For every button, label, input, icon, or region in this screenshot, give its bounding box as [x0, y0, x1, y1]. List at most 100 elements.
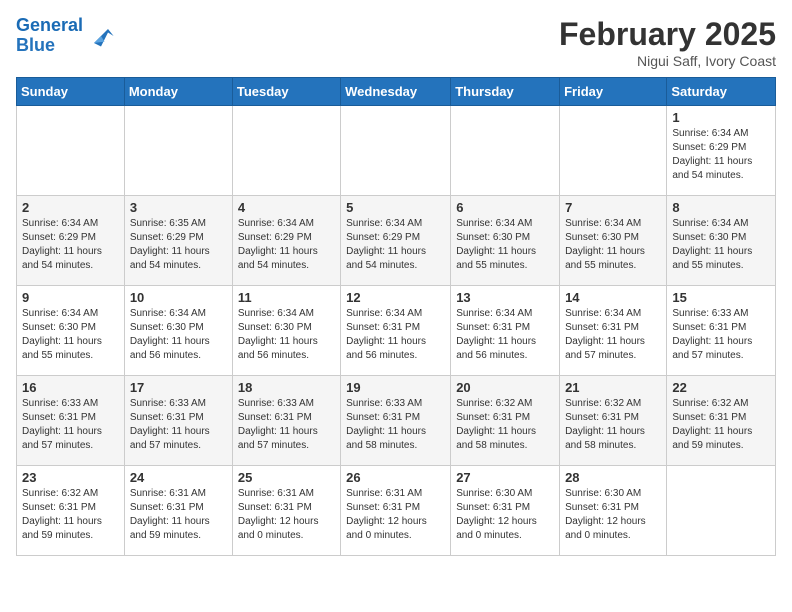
- calendar-cell: 4Sunrise: 6:34 AM Sunset: 6:29 PM Daylig…: [232, 196, 340, 286]
- day-number: 25: [238, 470, 335, 485]
- week-row-3: 9 Sunrise: 6:34 AM Sunset: 6:30 PM Daylig…: [17, 286, 776, 376]
- calendar-cell: 23Sunrise: 6:32 AM Sunset: 6:31 PM Dayli…: [17, 466, 125, 556]
- day-info: Sunrise: 6:35 AM Sunset: 6:29 PM Dayligh…: [130, 217, 227, 273]
- day-info: Sunrise: 6:34 AM Sunset: 6:31 PM Dayligh…: [456, 307, 554, 363]
- week-row-1: 1Sunrise: 6:34 AM Sunset: 6:29 PM Daylig…: [17, 106, 776, 196]
- weekday-header-friday: Friday: [560, 78, 667, 106]
- day-info: Sunrise: 6:34 AM Sunset: 6:29 PM Dayligh…: [346, 217, 445, 273]
- calendar-cell: 25 Sunrise: 6:31 AM Sunset: 6:31 PM Dayli…: [232, 466, 340, 556]
- logo-line2: Blue: [16, 35, 55, 55]
- day-info: Sunrise: 6:34 AM Sunset: 6:29 PM Dayligh…: [22, 217, 119, 273]
- day-info: Sunrise: 6:34 AM Sunset: 6:30 PM Dayligh…: [565, 217, 661, 273]
- day-info: Sunrise: 6:31 AM Sunset: 6:31 PM Dayligh…: [130, 487, 227, 543]
- calendar-cell: 22 Sunrise: 6:32 AM Sunset: 6:31 PM Dayli…: [667, 376, 776, 466]
- calendar-cell: 13 Sunrise: 6:34 AM Sunset: 6:31 PM Dayli…: [451, 286, 560, 376]
- calendar-cell: [17, 106, 125, 196]
- day-info: Sunrise: 6:34 AM Sunset: 6:30 PM Dayligh…: [22, 307, 119, 363]
- day-number: 27: [456, 470, 554, 485]
- calendar-cell: [560, 106, 667, 196]
- calendar-table: SundayMondayTuesdayWednesdayThursdayFrid…: [16, 77, 776, 556]
- day-info: Sunrise: 6:33 AM Sunset: 6:31 PM Dayligh…: [672, 307, 770, 363]
- day-info: Sunrise: 6:30 AM Sunset: 6:31 PM Dayligh…: [565, 487, 661, 543]
- calendar-cell: 5 Sunrise: 6:34 AM Sunset: 6:29 PM Daylig…: [341, 196, 451, 286]
- page-header: General Blue February 2025 Nigui Saff, I…: [16, 16, 776, 69]
- calendar-cell: 6 Sunrise: 6:34 AM Sunset: 6:30 PM Daylig…: [451, 196, 560, 286]
- day-number: 21: [565, 380, 661, 395]
- day-number: 12: [346, 290, 445, 305]
- logo: General Blue: [16, 16, 115, 56]
- calendar-cell: [667, 466, 776, 556]
- day-info: Sunrise: 6:30 AM Sunset: 6:31 PM Dayligh…: [456, 487, 554, 543]
- day-number: 9: [22, 290, 119, 305]
- day-number: 5: [346, 200, 445, 215]
- day-number: 16: [22, 380, 119, 395]
- calendar-cell: 24 Sunrise: 6:31 AM Sunset: 6:31 PM Dayli…: [124, 466, 232, 556]
- weekday-header-thursday: Thursday: [451, 78, 560, 106]
- day-number: 18: [238, 380, 335, 395]
- day-info: Sunrise: 6:34 AM Sunset: 6:30 PM Dayligh…: [456, 217, 554, 273]
- calendar-cell: 14 Sunrise: 6:34 AM Sunset: 6:31 PM Dayli…: [560, 286, 667, 376]
- calendar-cell: 19 Sunrise: 6:33 AM Sunset: 6:31 PM Dayli…: [341, 376, 451, 466]
- day-number: 6: [456, 200, 554, 215]
- calendar-cell: 20Sunrise: 6:32 AM Sunset: 6:31 PM Dayli…: [451, 376, 560, 466]
- day-info: Sunrise: 6:33 AM Sunset: 6:31 PM Dayligh…: [130, 397, 227, 453]
- day-info: Sunrise: 6:34 AM Sunset: 6:30 PM Dayligh…: [672, 217, 770, 273]
- calendar-cell: 10 Sunrise: 6:34 AM Sunset: 6:30 PM Dayli…: [124, 286, 232, 376]
- calendar-cell: 27 Sunrise: 6:30 AM Sunset: 6:31 PM Dayli…: [451, 466, 560, 556]
- weekday-header-tuesday: Tuesday: [232, 78, 340, 106]
- day-number: 7: [565, 200, 661, 215]
- title-block: February 2025 Nigui Saff, Ivory Coast: [559, 16, 776, 69]
- calendar-cell: 17 Sunrise: 6:33 AM Sunset: 6:31 PM Dayli…: [124, 376, 232, 466]
- calendar-cell: 28 Sunrise: 6:30 AM Sunset: 6:31 PM Dayli…: [560, 466, 667, 556]
- day-info: Sunrise: 6:31 AM Sunset: 6:31 PM Dayligh…: [346, 487, 445, 543]
- calendar-cell: 11Sunrise: 6:34 AM Sunset: 6:30 PM Dayli…: [232, 286, 340, 376]
- calendar-title: February 2025: [559, 16, 776, 53]
- day-number: 17: [130, 380, 227, 395]
- day-info: Sunrise: 6:32 AM Sunset: 6:31 PM Dayligh…: [22, 487, 119, 543]
- calendar-cell: 21 Sunrise: 6:32 AM Sunset: 6:31 PM Dayli…: [560, 376, 667, 466]
- day-number: 8: [672, 200, 770, 215]
- calendar-cell: 15 Sunrise: 6:33 AM Sunset: 6:31 PM Dayli…: [667, 286, 776, 376]
- calendar-cell: 16 Sunrise: 6:33 AM Sunset: 6:31 PM Dayli…: [17, 376, 125, 466]
- logo-text: General Blue: [16, 16, 83, 56]
- day-number: 15: [672, 290, 770, 305]
- day-number: 26: [346, 470, 445, 485]
- calendar-cell: 8 Sunrise: 6:34 AM Sunset: 6:30 PM Daylig…: [667, 196, 776, 286]
- day-info: Sunrise: 6:33 AM Sunset: 6:31 PM Dayligh…: [346, 397, 445, 453]
- day-number: 11: [238, 290, 335, 305]
- day-number: 3: [130, 200, 227, 215]
- weekday-header-sunday: Sunday: [17, 78, 125, 106]
- calendar-cell: 9 Sunrise: 6:34 AM Sunset: 6:30 PM Daylig…: [17, 286, 125, 376]
- calendar-cell: 26 Sunrise: 6:31 AM Sunset: 6:31 PM Dayli…: [341, 466, 451, 556]
- calendar-cell: [451, 106, 560, 196]
- logo-line1: General: [16, 15, 83, 35]
- day-info: Sunrise: 6:34 AM Sunset: 6:29 PM Dayligh…: [238, 217, 335, 273]
- weekday-header-monday: Monday: [124, 78, 232, 106]
- day-number: 22: [672, 380, 770, 395]
- day-number: 14: [565, 290, 661, 305]
- calendar-cell: [124, 106, 232, 196]
- week-row-4: 16 Sunrise: 6:33 AM Sunset: 6:31 PM Dayli…: [17, 376, 776, 466]
- calendar-cell: 1Sunrise: 6:34 AM Sunset: 6:29 PM Daylig…: [667, 106, 776, 196]
- day-info: Sunrise: 6:32 AM Sunset: 6:31 PM Dayligh…: [565, 397, 661, 453]
- day-number: 24: [130, 470, 227, 485]
- day-info: Sunrise: 6:34 AM Sunset: 6:29 PM Dayligh…: [672, 127, 770, 183]
- day-info: Sunrise: 6:33 AM Sunset: 6:31 PM Dayligh…: [22, 397, 119, 453]
- day-number: 2: [22, 200, 119, 215]
- day-info: Sunrise: 6:34 AM Sunset: 6:30 PM Dayligh…: [130, 307, 227, 363]
- day-info: Sunrise: 6:34 AM Sunset: 6:31 PM Dayligh…: [565, 307, 661, 363]
- day-info: Sunrise: 6:32 AM Sunset: 6:31 PM Dayligh…: [672, 397, 770, 453]
- weekday-header-wednesday: Wednesday: [341, 78, 451, 106]
- calendar-cell: 18Sunrise: 6:33 AM Sunset: 6:31 PM Dayli…: [232, 376, 340, 466]
- day-number: 10: [130, 290, 227, 305]
- week-row-5: 23Sunrise: 6:32 AM Sunset: 6:31 PM Dayli…: [17, 466, 776, 556]
- day-number: 28: [565, 470, 661, 485]
- calendar-cell: 2 Sunrise: 6:34 AM Sunset: 6:29 PM Daylig…: [17, 196, 125, 286]
- day-number: 13: [456, 290, 554, 305]
- day-info: Sunrise: 6:34 AM Sunset: 6:31 PM Dayligh…: [346, 307, 445, 363]
- calendar-cell: 3 Sunrise: 6:35 AM Sunset: 6:29 PM Daylig…: [124, 196, 232, 286]
- day-number: 19: [346, 380, 445, 395]
- calendar-cell: 12 Sunrise: 6:34 AM Sunset: 6:31 PM Dayli…: [341, 286, 451, 376]
- day-info: Sunrise: 6:31 AM Sunset: 6:31 PM Dayligh…: [238, 487, 335, 543]
- day-info: Sunrise: 6:32 AM Sunset: 6:31 PM Dayligh…: [456, 397, 554, 453]
